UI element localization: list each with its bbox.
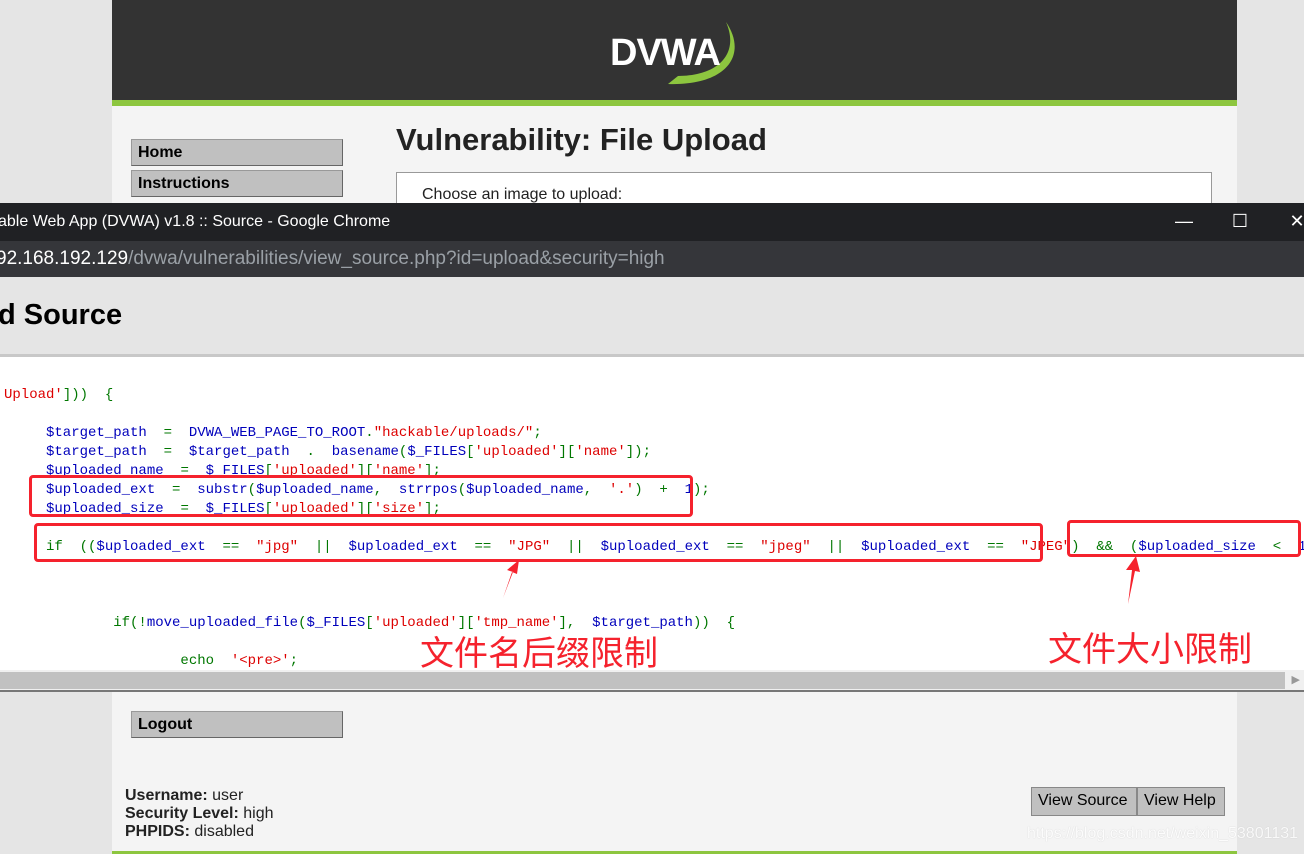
- code-line: $target_path = $target_path . basename($…: [4, 443, 651, 462]
- code-token: =: [146, 425, 189, 441]
- code-token: $target_path: [4, 444, 147, 460]
- maximize-icon[interactable]: ☐: [1228, 211, 1252, 232]
- security-value: high: [243, 805, 274, 822]
- source-popup-window: able Web App (DVWA) v1.8 :: Source - Goo…: [0, 203, 1304, 692]
- code-token: echo: [4, 653, 231, 669]
- code-token: [: [365, 615, 374, 631]
- code-token: $_FILES: [407, 444, 467, 460]
- header-accent-bar: [112, 100, 1237, 106]
- code-token: $target_path: [188, 444, 290, 460]
- code-token: "hackable/uploads/": [373, 425, 534, 441]
- page-title: Vulnerability: File Upload: [396, 122, 767, 157]
- code-token: );: [693, 482, 710, 498]
- code-token: if(!: [4, 615, 147, 631]
- close-icon[interactable]: ✕: [1285, 211, 1304, 232]
- code-token: ;: [533, 425, 542, 441]
- phpids-info: PHPIDS: disabled: [125, 823, 254, 841]
- code-token: DVWA_WEB_PAGE_TO_ROOT: [188, 425, 366, 441]
- window-border: [0, 690, 1304, 692]
- dvwa-logo: DVWA: [608, 14, 743, 89]
- phpids-value: disabled: [194, 823, 254, 840]
- code-token: $_FILES: [306, 615, 366, 631]
- code-token: ][: [558, 444, 576, 460]
- view-help-button[interactable]: View Help: [1137, 787, 1225, 816]
- menu-logout[interactable]: Logout: [131, 711, 343, 738]
- code-token: [: [466, 444, 475, 460]
- highlight-extension-check: [34, 523, 1043, 562]
- window-titlebar[interactable]: able Web App (DVWA) v1.8 :: Source - Goo…: [0, 203, 1304, 241]
- code-token: .: [365, 425, 374, 441]
- code-token: .: [289, 444, 332, 460]
- code-line: $target_path = DVWA_WEB_PAGE_TO_ROOT."ha…: [4, 424, 542, 443]
- arrow-up-icon: [1126, 556, 1140, 604]
- menu-home[interactable]: Home: [131, 139, 343, 166]
- code-token: Upload': [4, 387, 63, 403]
- code-line: Upload'])) {: [4, 386, 113, 405]
- url-host: 92.168.192.129: [0, 248, 129, 269]
- url-path: /dvwa/vulnerabilities/view_source.php?id…: [128, 248, 665, 269]
- security-info: Security Level: high: [125, 805, 274, 823]
- phpids-label: PHPIDS:: [125, 823, 190, 840]
- code-token: =: [146, 444, 189, 460]
- code-token: ]);: [625, 444, 651, 460]
- logo-text: DVWA: [610, 32, 721, 74]
- highlight-ext-size-lines: [29, 475, 693, 517]
- code-line: echo '<pre>';: [4, 652, 298, 670]
- security-label: Security Level:: [125, 805, 239, 822]
- minimize-icon[interactable]: —: [1172, 211, 1196, 232]
- upload-label: Choose an image to upload:: [422, 186, 623, 203]
- watermark: https://blog.csdn.net/weixin_53801131: [1027, 825, 1299, 842]
- code-token: 'name': [575, 444, 626, 460]
- username-label: Username:: [125, 787, 208, 804]
- view-source-button[interactable]: View Source: [1031, 787, 1137, 816]
- code-token: $target_path: [4, 425, 147, 441]
- address-bar[interactable]: 92.168.192.129/dvwa/vulnerabilities/view…: [0, 241, 1304, 277]
- code-token: move_uploaded_file: [146, 615, 299, 631]
- scroll-right-icon[interactable]: ▶: [1292, 673, 1300, 686]
- username-info: Username: user: [125, 787, 243, 805]
- size-limit-note: 文件大小限制: [1048, 631, 1252, 669]
- highlight-size-check: [1067, 520, 1301, 557]
- extension-limit-note: 文件名后缀限制: [420, 635, 658, 673]
- username-value: user: [212, 787, 244, 804]
- code-token: ;: [289, 653, 299, 669]
- code-token: 'uploaded': [474, 444, 559, 460]
- code-token: )) {: [692, 615, 735, 631]
- code-token: ])) {: [62, 387, 114, 403]
- code-token: '<pre>': [230, 653, 290, 669]
- menu-instructions[interactable]: Instructions: [131, 170, 343, 197]
- arrow-up-icon: [503, 560, 519, 598]
- source-title: d Source: [0, 299, 123, 331]
- code-token: basename: [331, 444, 399, 460]
- window-title: able Web App (DVWA) v1.8 :: Source - Goo…: [0, 213, 391, 230]
